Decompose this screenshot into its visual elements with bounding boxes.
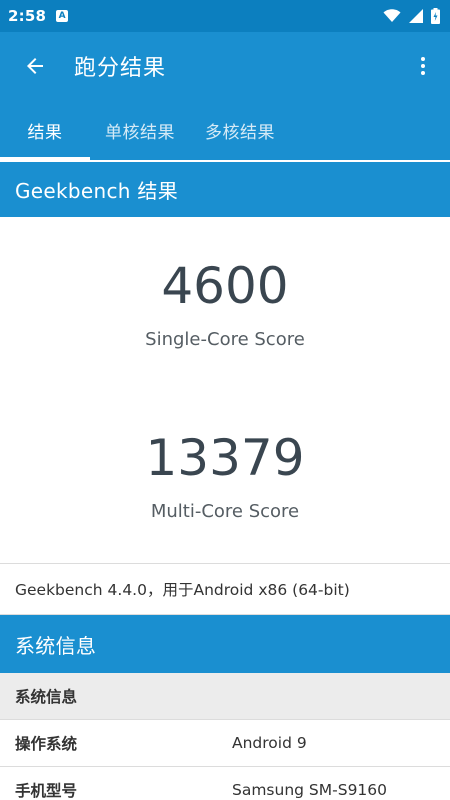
wifi-icon bbox=[383, 9, 401, 22]
info-row-model: 手机型号 Samsung SM-S9160 bbox=[0, 767, 450, 800]
single-core-label: Single-Core Score bbox=[145, 329, 305, 350]
info-value: Samsung SM-S9160 bbox=[232, 781, 388, 799]
single-core-score: 4600 bbox=[161, 257, 289, 315]
status-bar: 2:58 A bbox=[0, 0, 450, 32]
toolbar: 跑分结果 bbox=[0, 32, 450, 100]
battery-icon bbox=[431, 8, 440, 24]
overflow-menu-button[interactable] bbox=[396, 32, 450, 100]
results-header: Geekbench 结果 bbox=[0, 162, 450, 217]
version-info: Geekbench 4.4.0，用于Android x86 (64-bit) bbox=[0, 564, 450, 614]
signal-icon bbox=[409, 9, 423, 23]
tab-multi-core[interactable]: 多核结果 bbox=[190, 100, 290, 160]
system-info-header: 系统信息 bbox=[0, 615, 450, 673]
tab-bar: 结果 单核结果 多核结果 bbox=[0, 100, 450, 160]
arrow-back-icon bbox=[27, 58, 43, 74]
tab-single-core[interactable]: 单核结果 bbox=[90, 100, 190, 160]
more-vert-icon bbox=[421, 57, 425, 75]
multi-core-label: Multi-Core Score bbox=[150, 501, 300, 522]
info-row-os: 操作系统 Android 9 bbox=[0, 720, 450, 766]
system-info-subheader: 系统信息 bbox=[0, 673, 450, 719]
page-title: 跑分结果 bbox=[74, 56, 167, 81]
back-button[interactable] bbox=[0, 32, 70, 100]
score-panel: 4600 Single-Core Score 13379 Multi-Core … bbox=[0, 217, 450, 563]
info-value: Android 9 bbox=[232, 734, 307, 752]
status-time: 2:58 bbox=[8, 7, 47, 25]
status-icons bbox=[383, 8, 440, 24]
tab-results[interactable]: 结果 bbox=[0, 100, 90, 160]
info-key: 手机型号 bbox=[15, 782, 78, 800]
info-key: 操作系统 bbox=[15, 735, 78, 753]
multi-core-score: 13379 bbox=[145, 429, 305, 487]
app-notification-icon: A bbox=[56, 10, 69, 22]
